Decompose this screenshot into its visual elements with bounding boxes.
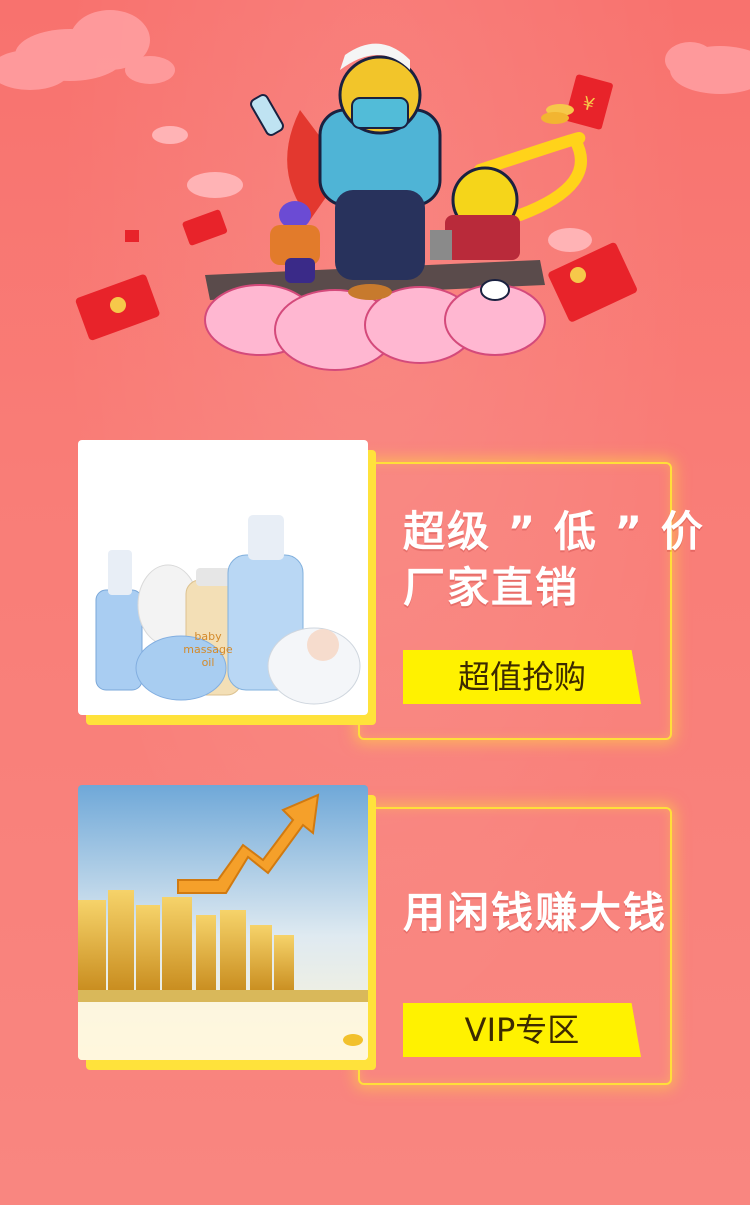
- vip-zone-button[interactable]: VIP专区: [403, 1003, 641, 1057]
- product-photo-baby-skincare[interactable]: baby massage oil: [78, 440, 368, 715]
- card-subtitle-factory-direct: 厂家直销: [403, 563, 580, 612]
- promo-card-vip[interactable]: 用闲钱赚大钱 VIP专区: [78, 785, 672, 1085]
- buy-now-button[interactable]: 超值抢购: [403, 650, 641, 704]
- card-title-earn-money: 用闲钱赚大钱: [403, 888, 668, 937]
- promo-card-factory-direct[interactable]: baby massage oil 超级 ” 低 ” 价 厂家直销 超值抢购: [78, 440, 703, 740]
- svg-text:oil: oil: [202, 656, 215, 669]
- svg-text:massage: massage: [183, 643, 233, 656]
- card-title-super-low-price: 超级 ” 低 ” 价: [403, 507, 705, 556]
- hero-illustration: ¥: [0, 0, 750, 400]
- svg-text:baby: baby: [194, 630, 222, 643]
- skyline-growth-photo[interactable]: [78, 785, 368, 1060]
